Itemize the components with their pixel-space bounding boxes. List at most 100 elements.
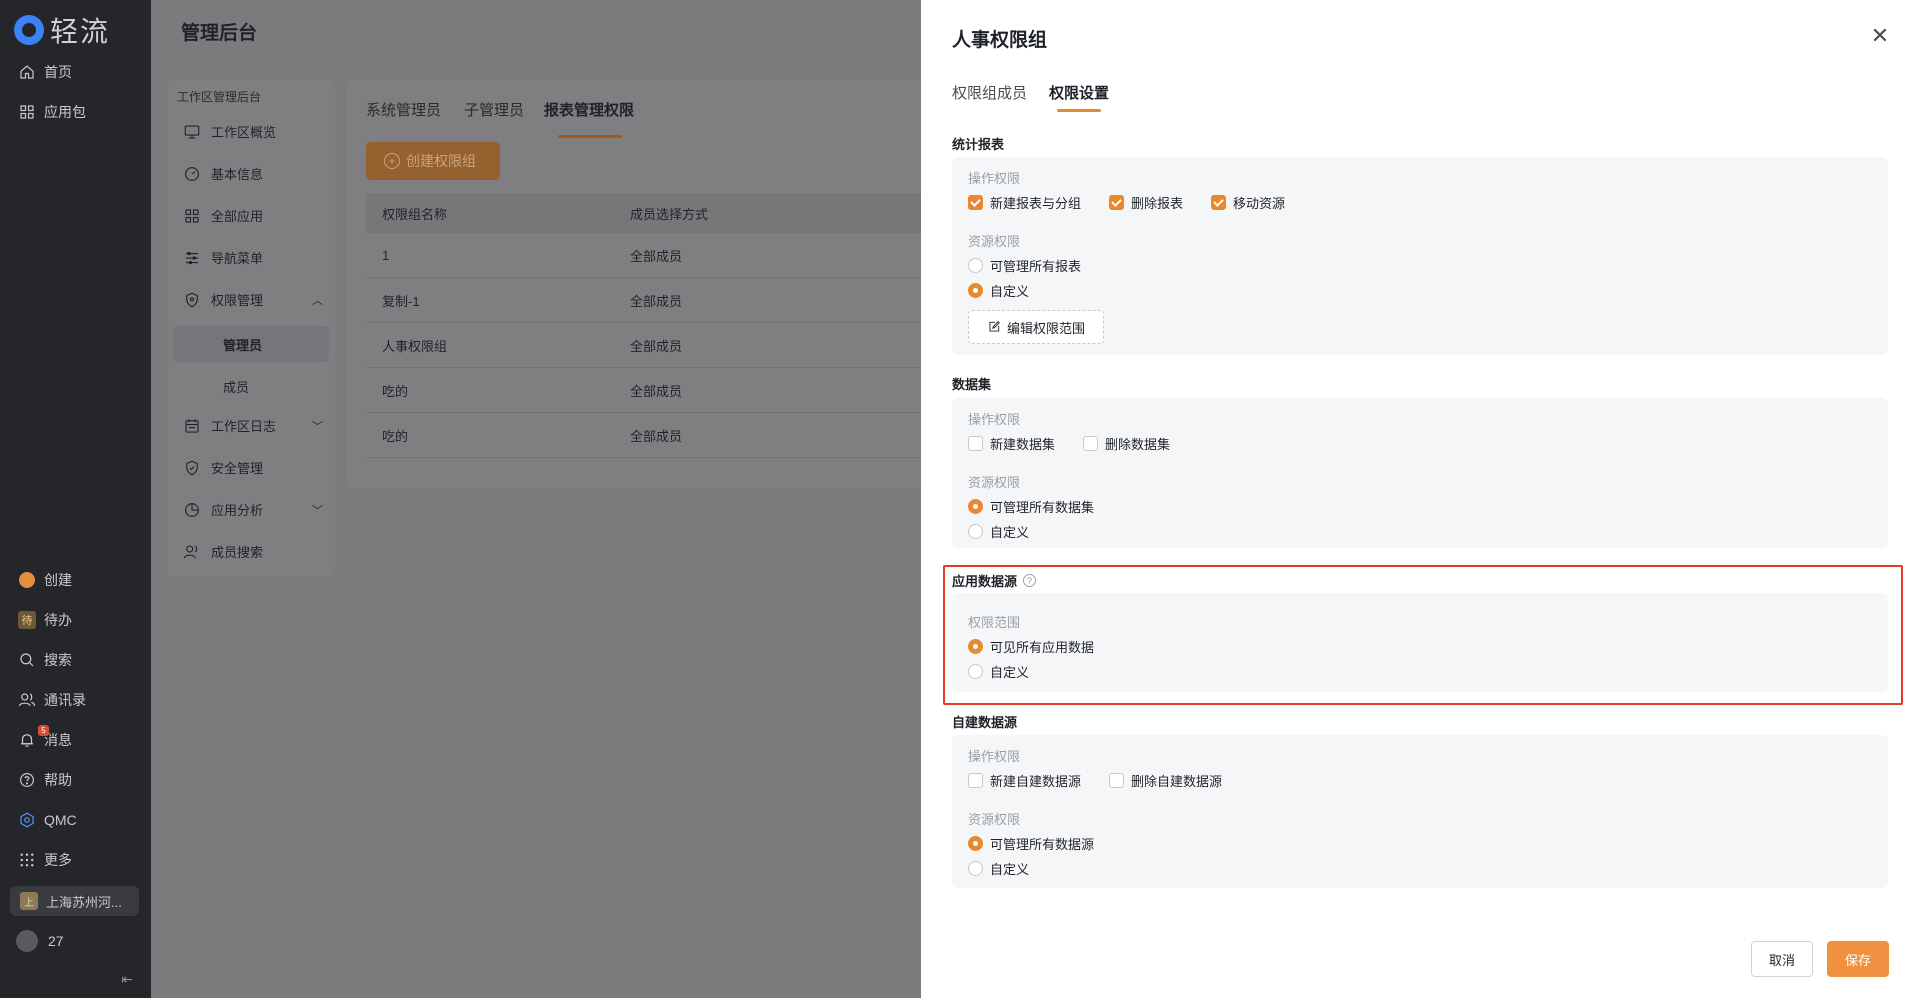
res-permission-label: 资源权限 (968, 812, 1021, 827)
search-icon (18, 651, 36, 669)
tab-permission-settings[interactable]: 权限设置 (1049, 82, 1109, 103)
sliders-icon (186, 251, 198, 264)
checkbox-icon (1109, 773, 1125, 788)
radio-manage-all-datasets[interactable]: 可管理所有数据集 (968, 497, 1094, 516)
tab-sub-admin[interactable]: 子管理员 (464, 99, 524, 120)
radio-label: 自定义 (990, 862, 1030, 877)
section-title-custom-source: 自建数据源 (952, 715, 1018, 730)
column-header: 成员选择方式 (630, 206, 709, 222)
res-permission-label: 资源权限 (968, 475, 1021, 490)
shield-icon (186, 292, 198, 307)
calendar-icon (185, 418, 199, 433)
user-profile[interactable]: 27 (16, 930, 64, 952)
radio-manage-all-reports[interactable]: 可管理所有报表 (968, 256, 1081, 275)
table-row[interactable]: 复制-1 全部成员 (366, 278, 926, 323)
checkbox-new-report[interactable]: 新建报表与分组 (968, 193, 1081, 212)
permission-group-drawer: 人事权限组 ✕ 权限组成员 权限设置 统计报表 操作权限 新建报表与分组 删除报… (921, 0, 1913, 998)
pie-chart-icon (185, 502, 199, 517)
checkbox-move-resource[interactable]: 移动资源 (1211, 193, 1285, 212)
res-permission-label: 资源权限 (968, 234, 1021, 249)
nav-item-label: 通讯录 (44, 692, 86, 708)
checkbox-new-custom-source[interactable]: 新建自建数据源 (968, 771, 1081, 790)
table-row[interactable]: 吃的 全部成员 (366, 368, 926, 413)
checkbox-icon (968, 773, 983, 788)
nav-item-todo[interactable]: 待 待办 (18, 608, 72, 632)
tab-report-permissions[interactable]: 报表管理权限 (544, 99, 634, 120)
nav-item-contacts[interactable]: 通讯录 (18, 688, 86, 712)
table-row[interactable]: 1 全部成员 (366, 233, 926, 278)
collapse-nav-icon[interactable]: ⇤ (121, 971, 133, 988)
sidebar-item-members[interactable]: 成员 (173, 368, 329, 404)
create-permission-group-button[interactable]: + 创建权限组 (366, 142, 500, 180)
save-button[interactable]: 保存 (1827, 941, 1889, 977)
checkbox-checked-icon (968, 195, 983, 210)
org-icon: 上 (20, 892, 38, 910)
nav-item-more[interactable]: 更多 (18, 848, 72, 872)
checkbox-label: 移动资源 (1233, 196, 1286, 211)
tab-group-members[interactable]: 权限组成员 (952, 82, 1027, 103)
checkbox-delete-custom-source[interactable]: 删除自建数据源 (1109, 771, 1222, 790)
sidebar-item-admins[interactable]: 管理员 (173, 326, 329, 362)
tab-indicator (1057, 109, 1101, 112)
checkbox-label: 删除数据集 (1105, 437, 1171, 452)
nav-item-label: 更多 (44, 852, 72, 868)
table-row[interactable]: 人事权限组 全部成员 (366, 323, 926, 368)
checkbox-label: 新建数据集 (990, 437, 1056, 452)
checkbox-checked-icon (1109, 195, 1125, 210)
sidebar-item-basic-info[interactable]: 基本信息 (183, 164, 323, 183)
sidebar-item-all-apps[interactable]: 全部应用 (183, 206, 323, 225)
checkbox-delete-dataset[interactable]: 删除数据集 (1083, 434, 1170, 453)
gauge-icon (185, 166, 199, 181)
table-cell: 人事权限组 (382, 338, 448, 354)
nav-item-home[interactable]: 首页 (18, 60, 72, 84)
radio-label: 可管理所有数据集 (990, 500, 1095, 515)
nav-item-app-package[interactable]: 应用包 (18, 100, 86, 124)
sidebar-item-nav-menu[interactable]: 导航菜单 (183, 248, 323, 267)
checkbox-label: 新建自建数据源 (990, 774, 1082, 789)
radio-selected-icon (968, 283, 983, 298)
checkbox-delete-report[interactable]: 删除报表 (1109, 193, 1183, 212)
radio-icon (968, 258, 983, 273)
highlight-box (943, 565, 1903, 705)
nav-item-help[interactable]: 帮助 (18, 768, 72, 792)
radio-label: 自定义 (990, 525, 1030, 540)
plus-circle-icon: + (384, 153, 400, 169)
nav-item-search[interactable]: 搜索 (18, 648, 72, 672)
sidebar-item-member-search[interactable]: 成员搜索 (183, 542, 323, 561)
radio-label: 可管理所有数据源 (990, 837, 1095, 852)
logo-icon (14, 15, 44, 45)
cancel-button[interactable]: 取消 (1751, 941, 1813, 977)
nav-item-messages[interactable]: 5 消息 (18, 725, 72, 752)
nav-item-label: QMC (44, 812, 77, 828)
edit-scope-button[interactable]: 编辑权限范围 (968, 310, 1104, 344)
nav-item-label: 应用包 (44, 104, 86, 120)
org-switcher[interactable]: 上 上海苏州河... (10, 886, 139, 916)
sidebar-item-workspace-log[interactable]: 工作区日志 ﹀ (183, 416, 323, 435)
content-card: 系统管理员 子管理员 报表管理权限 + 创建权限组 权限组名称 成员选择方式 1… (346, 80, 926, 488)
radio-custom-reports[interactable]: 自定义 (968, 281, 1029, 300)
create-button-label: 创建权限组 (406, 153, 476, 169)
chevron-up-icon: ︿ (312, 294, 323, 307)
nav-item-qmc[interactable]: QMC (18, 808, 77, 832)
tab-indicator (558, 135, 622, 138)
sidebar-item-permissions[interactable]: 权限管理 ︿ (183, 290, 323, 309)
radio-icon (968, 524, 983, 539)
create-icon (18, 571, 36, 589)
nav-item-label: 首页 (44, 64, 72, 80)
tab-system-admin[interactable]: 系统管理员 (366, 99, 441, 120)
radio-manage-all-sources[interactable]: 可管理所有数据源 (968, 834, 1094, 853)
radio-custom-sources[interactable]: 自定义 (968, 859, 1029, 878)
todo-icon: 待 (18, 611, 36, 629)
app-logo[interactable]: 轻流 (14, 10, 110, 50)
sidebar-item-overview[interactable]: 工作区概览 (183, 122, 323, 141)
close-icon[interactable]: ✕ (1869, 25, 1891, 47)
table-row[interactable]: 吃的 全部成员 (366, 413, 926, 458)
table-header: 权限组名称 成员选择方式 (366, 193, 926, 233)
nav-item-create[interactable]: 创建 (18, 568, 72, 592)
table-cell: 吃的 (382, 383, 409, 399)
sidebar-item-security[interactable]: 安全管理 (183, 458, 323, 477)
sidebar-item-app-analysis[interactable]: 应用分析 ﹀ (183, 500, 323, 519)
radio-custom-datasets[interactable]: 自定义 (968, 522, 1029, 541)
admin-sidebar: 工作区管理后台 工作区概览 基本信息 全部应用 导航菜单 权限管理 ︿ 管理员 … (167, 80, 335, 577)
checkbox-new-dataset[interactable]: 新建数据集 (968, 434, 1055, 453)
